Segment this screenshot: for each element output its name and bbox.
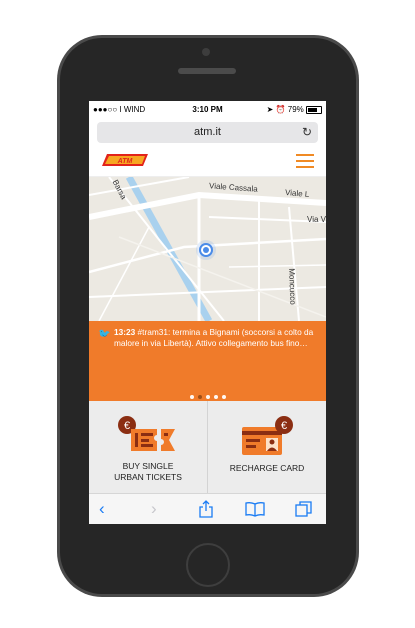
battery-icon (306, 105, 322, 114)
carousel-dot[interactable] (197, 395, 202, 399)
recharge-card-tile[interactable]: € RECHARGE CARD (208, 401, 326, 493)
buy-tickets-line1: BUY SINGLE (122, 461, 174, 471)
earpiece-speaker (178, 68, 236, 74)
bookmarks-icon[interactable] (245, 502, 265, 517)
alarm-icon: ⏰ (275, 105, 286, 114)
home-button[interactable] (186, 543, 230, 587)
site-header: ATM (89, 147, 326, 177)
buy-tickets-line2: URBAN TICKETS (114, 472, 182, 482)
status-bar: ●●●○○ I WIND 3:10 PM ➤ ⏰ 79% (89, 101, 326, 119)
carousel-dot[interactable] (189, 395, 194, 399)
tabs-icon[interactable] (295, 501, 312, 517)
action-tiles: € BUY SINGLE URBAN TICKETS € RECHARGE CA… (89, 401, 326, 493)
svg-text:€: € (124, 420, 130, 432)
map-view[interactable]: Viale Cassala Viale L Via V Moncucco Bar… (89, 177, 326, 321)
card-recharge-icon: € (242, 416, 293, 455)
back-chevron-icon[interactable]: ‹ (99, 499, 105, 519)
svg-text:€: € (281, 420, 287, 432)
share-icon[interactable] (199, 500, 213, 518)
browser-toolbar: ‹ › (89, 493, 326, 524)
carousel-dot[interactable] (221, 395, 226, 399)
twitter-bird-icon: 🐦 (98, 329, 111, 340)
buy-tickets-label: BUY SINGLE URBAN TICKETS (89, 461, 207, 483)
street-label: Via V (307, 215, 326, 224)
twitter-feed-banner[interactable]: 🐦 13:23 #tram31: termina a Bignami (socc… (89, 321, 326, 401)
battery-indicator: ➤ ⏰ 79% (267, 105, 322, 114)
phone-screen: ●●●○○ I WIND 3:10 PM ➤ ⏰ 79% atm.it ↻ AT… (89, 101, 326, 524)
address-bar[interactable]: atm.it ↻ (97, 122, 318, 143)
buy-tickets-tile[interactable]: € BUY SINGLE URBAN TICKETS (89, 401, 208, 493)
location-icon: ➤ (266, 105, 274, 114)
tweet-time: 13:23 (114, 327, 136, 337)
menu-hamburger-icon[interactable] (296, 154, 314, 168)
carousel-dot[interactable] (213, 395, 218, 399)
ticket-icon: € (118, 416, 175, 451)
battery-percent: 79% (287, 105, 304, 114)
carousel-dot[interactable] (205, 395, 210, 399)
url-text: atm.it (194, 126, 221, 138)
tweet-text: 13:23 #tram31: termina a Bignami (soccor… (114, 327, 314, 349)
atm-logo[interactable]: ATM (101, 153, 149, 167)
recharge-card-label: RECHARGE CARD (229, 463, 305, 473)
front-camera (202, 48, 210, 56)
reload-icon[interactable]: ↻ (302, 125, 312, 139)
logo-text: ATM (117, 158, 133, 165)
tweet-message: #tram31: termina a Bignami (soccorsi a c… (114, 327, 314, 348)
street-label: Moncucco (287, 268, 298, 305)
forward-chevron-icon[interactable]: › (151, 499, 157, 519)
